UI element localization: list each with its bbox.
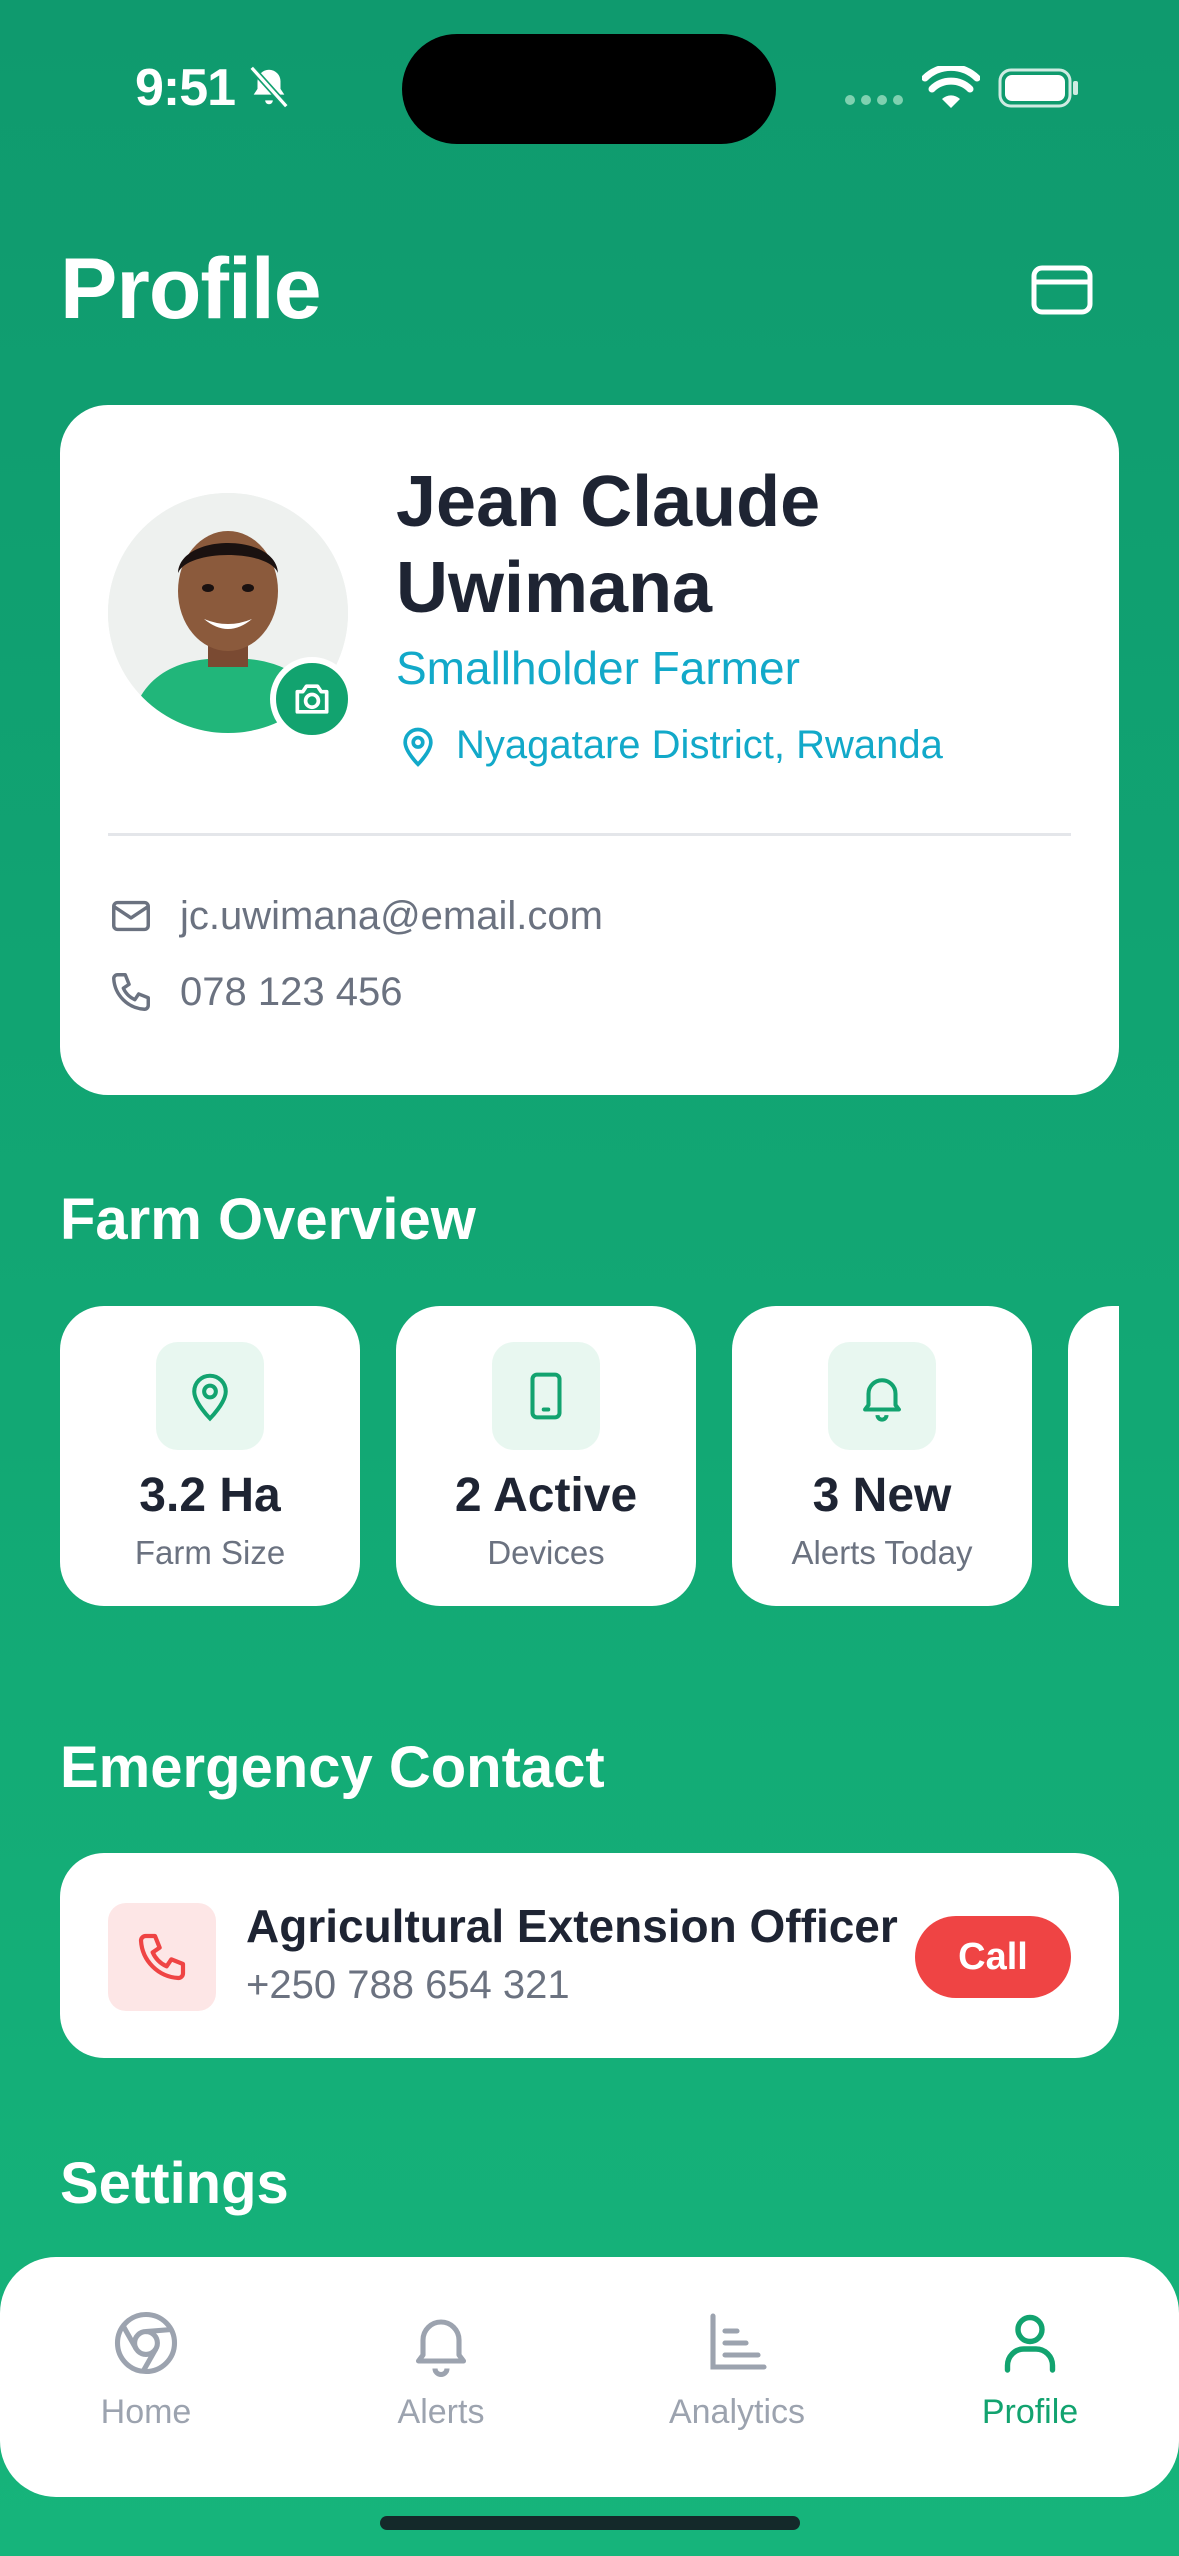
page-title: Profile — [60, 241, 322, 337]
settings-title: Settings — [60, 2151, 289, 2216]
stat-card-more[interactable] — [1068, 1306, 1119, 1606]
stat-value: 2 Active — [454, 1469, 638, 1522]
stat-icon-box — [828, 1342, 936, 1450]
map-pin-icon — [403, 727, 433, 767]
device-icon — [530, 1372, 562, 1420]
emergency-contact-title: Emergency Contact — [60, 1735, 605, 1800]
phone-icon — [138, 1933, 186, 1981]
stat-card-farm-size[interactable]: 3.2 Ha Farm Size — [60, 1306, 360, 1606]
tab-home[interactable]: Home — [36, 2307, 256, 2457]
email-text: jc.uwimana@email.com — [180, 893, 603, 938]
bell-icon — [863, 1378, 901, 1422]
tab-bar: Home Alerts Analytics Profile — [0, 2257, 1179, 2497]
emergency-contact-name: Agricultural Extension Officer — [246, 1900, 898, 1952]
call-button[interactable]: Call — [915, 1916, 1071, 1998]
status-bar: 9:51 — [0, 0, 1179, 160]
phone-row[interactable]: 078 123 456 — [108, 969, 402, 1015]
farm-stats-row[interactable]: 3.2 Ha Farm Size 2 Active Devices 3 New … — [60, 1306, 1119, 1606]
dynamic-island — [402, 34, 776, 144]
stat-icon-box — [492, 1342, 600, 1450]
divider — [108, 833, 1071, 836]
tab-label: Analytics — [668, 2393, 806, 2431]
mail-icon — [112, 900, 150, 932]
map-pin-icon — [192, 1373, 228, 1422]
home-icon — [114, 2311, 178, 2375]
change-photo-button[interactable] — [270, 657, 354, 741]
profile-name: Jean Claude Uwimana — [396, 462, 821, 628]
phone-text: 078 123 456 — [180, 969, 403, 1014]
email-row[interactable]: jc.uwimana@email.com — [108, 893, 603, 939]
emergency-contact-card: Agricultural Extension Officer +250 788 … — [60, 1853, 1119, 2058]
location-text: Nyagatare District, Rwanda — [456, 723, 943, 767]
user-icon — [1004, 2314, 1056, 2373]
status-time: 9:51 — [135, 59, 236, 117]
camera-icon — [295, 684, 329, 714]
stat-label: Devices — [487, 1534, 605, 1571]
battery-icon — [998, 68, 1078, 108]
stat-value: 3.2 Ha — [139, 1469, 281, 1522]
wifi-icon — [922, 66, 980, 108]
phone-icon — [112, 973, 150, 1011]
profile-location: Nyagatare District, Rwanda — [396, 723, 943, 768]
stat-card-alerts[interactable]: 3 New Alerts Today — [732, 1306, 1032, 1606]
signal-icon — [845, 95, 903, 105]
stat-label: Alerts Today — [791, 1534, 973, 1571]
stat-icon-box — [156, 1342, 264, 1450]
tab-profile[interactable]: Profile — [920, 2307, 1140, 2457]
stat-value: 3 New — [812, 1469, 952, 1522]
tab-alerts[interactable]: Alerts — [331, 2307, 551, 2457]
tab-label: Alerts — [397, 2393, 485, 2431]
emergency-contact-phone: +250 788 654 321 — [246, 1963, 570, 2007]
card-icon[interactable] — [1030, 262, 1094, 318]
home-indicator — [380, 2516, 800, 2530]
emergency-icon-box — [108, 1903, 216, 2011]
bell-off-icon — [249, 65, 289, 109]
tab-analytics[interactable]: Analytics — [627, 2307, 847, 2457]
stat-label: Farm Size — [134, 1534, 286, 1571]
stat-card-devices[interactable]: 2 Active Devices — [396, 1306, 696, 1606]
tab-label: Home — [100, 2393, 192, 2431]
tab-label: Profile — [981, 2393, 1079, 2431]
profile-role: Smallholder Farmer — [396, 642, 800, 694]
chart-icon — [710, 2313, 767, 2370]
farm-overview-title: Farm Overview — [60, 1187, 476, 1252]
bell-icon — [415, 2319, 467, 2378]
profile-card: Jean Claude Uwimana Smallholder Farmer N… — [60, 405, 1119, 1095]
